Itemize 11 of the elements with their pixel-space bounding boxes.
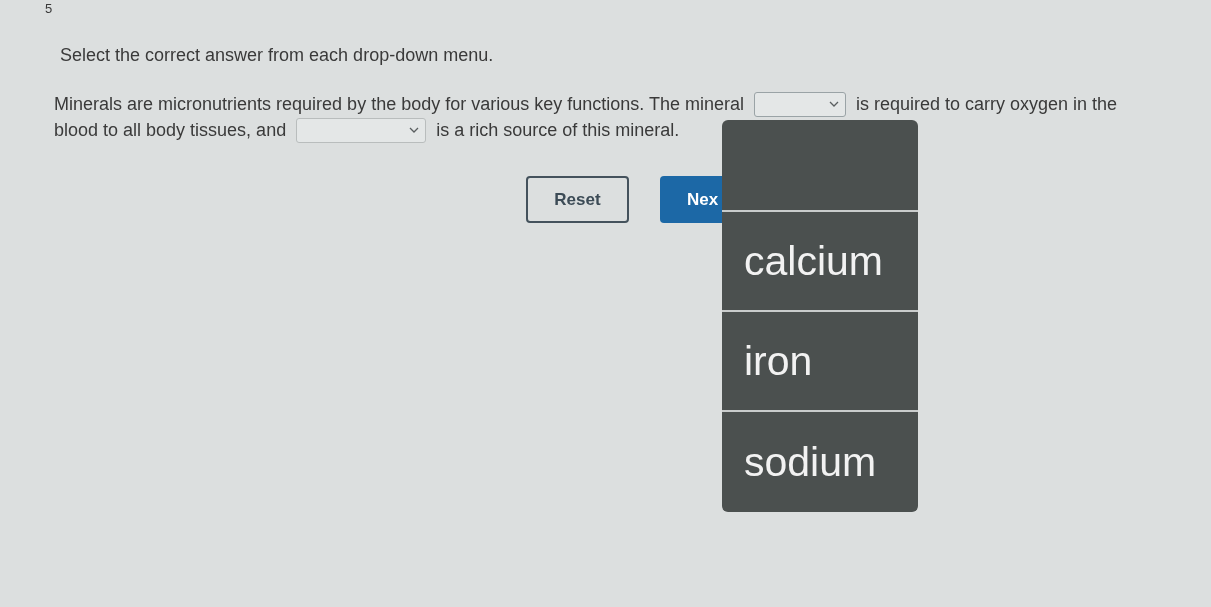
menu-option[interactable]: sodium bbox=[722, 412, 918, 512]
chevron-down-icon bbox=[409, 127, 420, 133]
question-passage: Minerals are micronutrients required by the body for various key functions. The mineral is required to carry oxygen in the blood to all body tissues, and is a rich source of this mineral. bbox=[54, 91, 1118, 143]
menu-option[interactable]: calcium bbox=[722, 212, 918, 312]
dropdown-select[interactable] bbox=[296, 117, 427, 143]
chevron-down-icon bbox=[829, 101, 839, 107]
dropdown-select[interactable] bbox=[754, 91, 846, 117]
instruction-text: Select the correct answer from each drop-down menu. bbox=[60, 44, 494, 67]
question-number: 5 bbox=[45, 1, 53, 16]
reset-button[interactable]: Reset bbox=[526, 176, 629, 223]
menu-option[interactable]: iron bbox=[722, 312, 918, 412]
